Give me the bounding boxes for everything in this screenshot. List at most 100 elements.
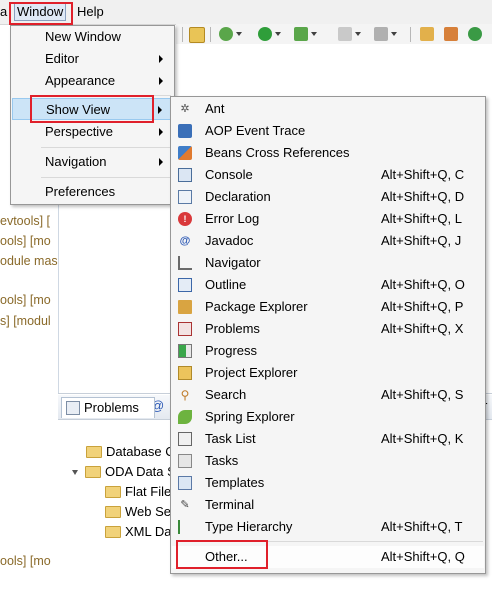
menu-item-beans-cross-references[interactable]: Beans Cross References — [172, 142, 484, 164]
new-class-icon[interactable] — [468, 27, 482, 41]
console-line: ools] [mo — [0, 554, 51, 568]
folder-icon — [105, 485, 121, 498]
menu-item-label: Console — [205, 167, 253, 182]
aop-trace-icon — [178, 124, 192, 138]
external-tools-dropdown-icon[interactable] — [311, 32, 317, 36]
menu-item-label: Progress — [205, 343, 258, 358]
menu-item-project-explorer[interactable]: Project Explorer — [172, 362, 484, 384]
outline-icon — [178, 278, 192, 292]
menu-item-type-hierarchy[interactable]: Type Hierarchy Alt+Shift+Q, T — [172, 516, 484, 538]
console-line: ools] [mo — [0, 293, 51, 307]
menu-item-label: Project Explorer — [205, 365, 298, 380]
tasks-icon — [178, 454, 192, 468]
stop-dropdown-icon[interactable] — [355, 32, 361, 36]
debug-icon[interactable] — [219, 27, 233, 41]
menu-item-outline[interactable]: Outline Alt+Shift+Q, O — [172, 274, 484, 296]
menu-item-aop-event-trace[interactable]: AOP Event Trace — [172, 120, 484, 142]
menu-item-label: Editor — [45, 51, 79, 66]
new-package-icon[interactable] — [444, 27, 458, 41]
search-icon: ⚲ — [180, 388, 190, 402]
menu-item-label: Perspective — [45, 124, 113, 139]
deploy-icon[interactable] — [374, 27, 388, 41]
package-explorer-icon — [178, 300, 192, 314]
menu-item-ant[interactable]: ✲ Ant — [172, 98, 484, 120]
menu-item-label: Outline — [205, 277, 247, 292]
tree-item[interactable]: Database C — [86, 442, 175, 462]
tree-item-label: Flat File — [125, 484, 172, 499]
menu-item-shortcut: Alt+Shift+Q, S — [381, 387, 464, 402]
menu-item-shortcut: Alt+Shift+Q, T — [381, 519, 463, 534]
expand-triangle-icon[interactable] — [72, 470, 78, 476]
javadoc-icon: @ — [179, 235, 191, 247]
menu-item-label: Navigator — [205, 255, 261, 270]
menu-item-label: Appearance — [45, 73, 116, 88]
menu-item-label: New Window — [45, 29, 121, 44]
menu-item-problems[interactable]: Problems Alt+Shift+Q, X — [172, 318, 484, 340]
menu-item-declaration[interactable]: Declaration Alt+Shift+Q, D — [172, 186, 484, 208]
tree-item[interactable]: Flat File — [105, 482, 171, 502]
toolbar — [176, 24, 492, 44]
menu-item-new-window[interactable]: New Window — [12, 26, 173, 48]
menu-item-label: Error Log — [205, 211, 260, 226]
menu-item-javadoc[interactable]: @ Javadoc Alt+Shift+Q, J — [172, 230, 484, 252]
menu-item-label: Package Explorer — [205, 299, 308, 314]
folder-icon — [86, 445, 102, 458]
tree-item[interactable]: ODA Data S — [72, 462, 176, 482]
folder-icon — [85, 465, 101, 478]
menu-item-shortcut: Alt+Shift+Q, J — [381, 233, 462, 248]
tree-item[interactable]: XML Da — [105, 522, 171, 542]
menu-item-label: Problems — [205, 321, 260, 336]
run-icon[interactable] — [258, 27, 272, 41]
run-dropdown-icon[interactable] — [275, 32, 281, 36]
annotation-box-show-view — [30, 95, 154, 123]
menu-item-tasks[interactable]: Tasks — [172, 450, 484, 472]
menu-help[interactable]: Help — [77, 4, 104, 20]
menu-item-editor[interactable]: Editor — [12, 48, 173, 70]
menu-item-templates[interactable]: Templates — [172, 472, 484, 494]
terminal-icon: ✎ — [180, 499, 190, 511]
tree-item[interactable]: Web Se — [105, 502, 171, 522]
navigator-icon — [178, 256, 192, 270]
external-tools-icon[interactable] — [294, 27, 308, 41]
open-icon[interactable] — [189, 27, 205, 43]
menu-item-package-explorer[interactable]: Package Explorer Alt+Shift+Q, P — [172, 296, 484, 318]
menu-item-shortcut: Alt+Shift+Q, K — [381, 431, 464, 446]
menubar: a Window Help — [0, 0, 492, 25]
menu-item-appearance[interactable]: Appearance — [12, 70, 173, 92]
stop-icon[interactable] — [338, 27, 352, 41]
menu-item-console[interactable]: Console Alt+Shift+Q, C — [172, 164, 484, 186]
menu-item-label: Terminal — [205, 497, 255, 512]
show-view-submenu: ✲ Ant AOP Event Trace Beans Cross Refere… — [170, 96, 486, 574]
problems-icon — [178, 322, 192, 336]
tab-problems[interactable]: Problems — [61, 397, 155, 418]
new-project-icon[interactable] — [420, 27, 434, 41]
toolbar-separator — [410, 27, 411, 42]
folder-icon — [105, 525, 121, 538]
menu-item-shortcut: Alt+Shift+Q, P — [381, 299, 464, 314]
menu-item-preferences[interactable]: Preferences — [12, 181, 173, 203]
debug-dropdown-icon[interactable] — [236, 32, 242, 36]
menu-item-spring-explorer[interactable]: Spring Explorer — [172, 406, 484, 428]
submenu-arrow-icon — [159, 55, 163, 63]
menu-item-label: AOP Event Trace — [205, 123, 306, 138]
menu-item-navigator[interactable]: Navigator — [172, 252, 484, 274]
type-hierarchy-icon — [178, 520, 192, 534]
menu-item-label: Type Hierarchy — [205, 519, 293, 534]
menu-item-progress[interactable]: Progress — [172, 340, 484, 362]
menu-item-label: Spring Explorer — [205, 409, 295, 424]
folder-icon — [105, 505, 121, 518]
menu-item-navigation[interactable]: Navigation — [12, 151, 173, 173]
declaration-icon — [178, 190, 192, 204]
tree-item-label: Web Se — [125, 504, 172, 519]
menu-item-error-log[interactable]: ! Error Log Alt+Shift+Q, L — [172, 208, 484, 230]
project-explorer-icon — [178, 366, 192, 380]
progress-icon — [178, 344, 192, 358]
menu-item-terminal[interactable]: ✎ Terminal — [172, 494, 484, 516]
menu-item-shortcut: Alt+Shift+Q, C — [381, 167, 465, 182]
menu-item-task-list[interactable]: Task List Alt+Shift+Q, K — [172, 428, 484, 450]
menu-item-perspective[interactable]: Perspective — [12, 121, 173, 143]
deploy-dropdown-icon[interactable] — [391, 32, 397, 36]
tree-item-label: Database C — [106, 444, 175, 459]
menu-item-search[interactable]: ⚲ Search Alt+Shift+Q, S — [172, 384, 484, 406]
menu-item-label: Task List — [205, 431, 256, 446]
